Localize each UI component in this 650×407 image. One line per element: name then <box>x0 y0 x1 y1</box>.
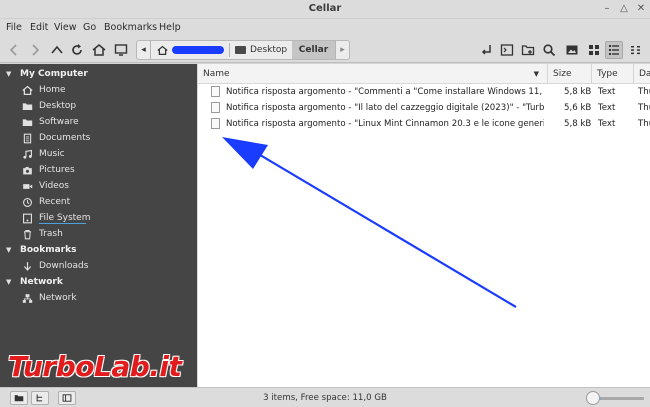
sidebar-item-label: Recent <box>39 197 71 207</box>
zoom-slider-track[interactable] <box>600 397 644 400</box>
home-icon <box>20 85 34 96</box>
trash-icon <box>20 229 34 240</box>
menu-help[interactable]: Help <box>159 22 181 33</box>
crumb-cellar[interactable]: Cellar <box>292 41 335 59</box>
search-icon[interactable] <box>540 41 558 59</box>
folder-icon <box>235 46 246 54</box>
sidebar-item-trash[interactable]: Trash <box>0 226 197 242</box>
back-icon[interactable] <box>5 41 23 59</box>
menu-file[interactable]: File <box>6 22 22 33</box>
sidebar: ▼ My Computer Home Desktop Software Docum… <box>0 64 197 387</box>
open-terminal-icon[interactable] <box>478 41 496 59</box>
sidebar-section-bookmarks[interactable]: ▼ Bookmarks <box>0 242 197 258</box>
sidebar-section-title: Network <box>20 277 63 287</box>
sidebar-item-downloads[interactable]: Downloads <box>0 258 197 274</box>
sidebar-item-label: Network <box>39 293 77 303</box>
forward-icon[interactable] <box>26 41 44 59</box>
crumb-home[interactable] <box>153 41 229 59</box>
icon-view-icon[interactable] <box>585 41 603 59</box>
maximize-icon[interactable]: △ <box>617 2 631 16</box>
home-icon[interactable] <box>90 41 108 59</box>
crumb-label: Cellar <box>298 45 329 55</box>
drive-icon <box>20 213 34 224</box>
clock-icon <box>20 197 34 208</box>
sidebar-item-pictures[interactable]: Pictures <box>0 162 197 178</box>
toolbar: ◂ Desktop Cellar ▸ <box>0 37 650 63</box>
menu-edit[interactable]: Edit <box>30 22 48 33</box>
sidebar-section-my-computer[interactable]: ▼ My Computer <box>0 66 197 82</box>
usage-bar <box>39 223 86 224</box>
new-folder-icon[interactable] <box>519 41 537 59</box>
computer-icon[interactable] <box>112 41 130 59</box>
video-icon <box>20 181 34 192</box>
sidebar-item-label: Documents <box>39 133 91 143</box>
image-icon[interactable] <box>563 41 581 59</box>
crumb-label: Desktop <box>250 45 288 55</box>
sidebar-item-music[interactable]: Music <box>0 146 197 162</box>
sidebar-item-network[interactable]: Network <box>0 290 197 306</box>
up-icon[interactable] <box>48 41 66 59</box>
sidebar-item-label: Software <box>39 117 79 127</box>
minimize-icon[interactable]: – <box>600 2 614 16</box>
sidebar-item-home[interactable]: Home <box>0 82 197 98</box>
file-list-view: Name▼ Size Type Dat Notifica risposta ar… <box>198 64 650 387</box>
sidebar-item-label: Videos <box>39 181 69 191</box>
pathbar-left-icon[interactable]: ◂ <box>137 41 151 59</box>
sidebar-section-title: My Computer <box>20 69 88 79</box>
arrow-head <box>222 137 268 169</box>
close-icon[interactable]: ✕ <box>634 2 648 16</box>
expand-triangle-icon: ▼ <box>6 278 12 286</box>
sidebar-item-label: Home <box>39 85 66 95</box>
sidebar-item-videos[interactable]: Videos <box>0 178 197 194</box>
watermark-logo: TurboLab.it <box>8 350 182 383</box>
sidebar-item-label: Trash <box>39 229 63 239</box>
sidebar-item-label: File System <box>39 213 91 223</box>
menu-view[interactable]: View <box>54 22 77 33</box>
sidebar-item-label: Pictures <box>39 165 75 175</box>
list-view-icon[interactable] <box>605 41 623 59</box>
sidebar-item-label: Desktop <box>39 101 77 111</box>
expand-triangle-icon: ▼ <box>6 70 12 78</box>
menu-go[interactable]: Go <box>83 22 96 33</box>
expand-triangle-icon: ▼ <box>6 246 12 254</box>
network-icon <box>20 293 34 304</box>
menu-bar: File Edit View Go Bookmarks Help <box>0 19 650 37</box>
menu-bookmarks[interactable]: Bookmarks <box>104 22 157 33</box>
status-bar: 3 items, Free space: 11,0 GB <box>0 387 650 407</box>
folder-icon <box>20 117 34 128</box>
crumb-desktop[interactable]: Desktop <box>230 41 292 59</box>
sidebar-item-label: Downloads <box>39 261 89 271</box>
terminal-icon[interactable] <box>498 41 516 59</box>
annotation-arrow <box>222 137 517 308</box>
download-icon <box>20 261 34 272</box>
reload-icon[interactable] <box>68 41 86 59</box>
compact-view-icon[interactable] <box>627 41 645 59</box>
status-text: 3 items, Free space: 11,0 GB <box>263 393 387 403</box>
pathbar-right-icon[interactable]: ▸ <box>335 41 349 59</box>
sidebar-item-desktop[interactable]: Desktop <box>0 98 197 114</box>
window-title: Cellar <box>308 3 342 14</box>
camera-icon <box>20 165 34 176</box>
home-icon <box>157 45 168 56</box>
folder-icon <box>20 101 34 112</box>
arrow-shaft <box>249 148 517 308</box>
sidebar-item-label: Music <box>39 149 65 159</box>
zoom-slider-handle[interactable] <box>586 391 600 405</box>
sidebar-item-recent[interactable]: Recent <box>0 194 197 210</box>
redaction-mark <box>172 46 224 54</box>
sidebar-section-title: Bookmarks <box>20 245 77 255</box>
title-bar: Cellar – △ ✕ <box>0 0 650 19</box>
sidebar-item-software[interactable]: Software <box>0 114 197 130</box>
sidebar-section-network[interactable]: ▼ Network <box>0 274 197 290</box>
music-icon <box>20 149 34 160</box>
pathbar: ◂ Desktop Cellar ▸ <box>136 40 350 60</box>
document-icon <box>20 133 34 144</box>
sidebar-item-documents[interactable]: Documents <box>0 130 197 146</box>
sidebar-item-file-system[interactable]: File System <box>0 210 197 226</box>
